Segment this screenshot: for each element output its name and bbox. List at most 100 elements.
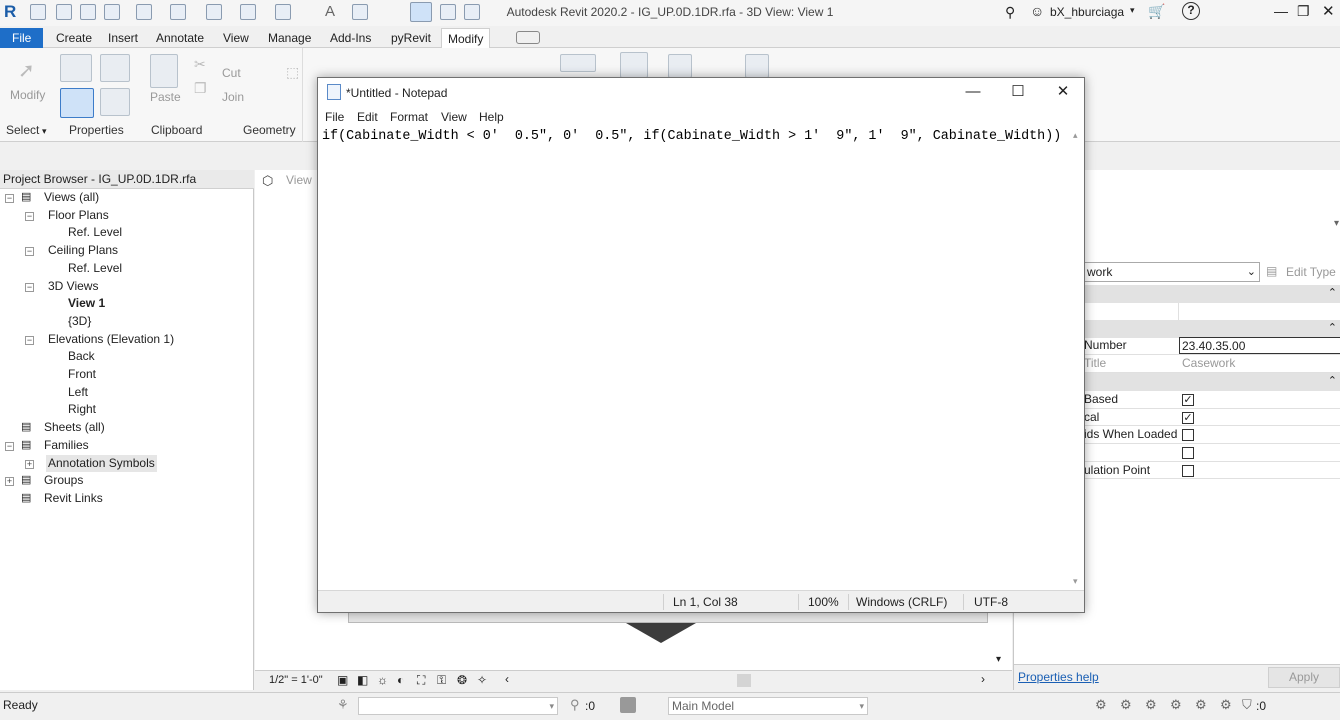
property-group[interactable]: ⌃: [1084, 285, 1340, 303]
family-types-icon[interactable]: [60, 88, 94, 118]
minimize-icon[interactable]: —: [1274, 3, 1288, 19]
chevron-down-icon[interactable]: ⌄: [1247, 263, 1256, 281]
expand-icon[interactable]: +: [25, 459, 34, 469]
type-properties-icon[interactable]: [100, 54, 130, 82]
select-chevron-icon[interactable]: ▾: [42, 126, 47, 137]
tree-item[interactable]: − 3D Views: [0, 278, 253, 296]
select-by-face-icon[interactable]: ⚙: [1170, 697, 1182, 713]
tree-item[interactable]: Right: [0, 401, 253, 419]
tree-item[interactable]: Ref. Level: [0, 260, 253, 278]
tree-item[interactable]: + Annotation Symbols: [0, 454, 253, 473]
view-scale[interactable]: 1/2" = 1'-0": [269, 674, 323, 686]
visual-style-icon[interactable]: ◧: [357, 673, 368, 687]
tree-item[interactable]: ▤ Revit Links: [0, 490, 253, 508]
tab-modify[interactable]: Modify: [441, 28, 491, 48]
load-into-project-icon[interactable]: [668, 54, 692, 78]
design-option-dropdown[interactable]: Main Model ▾: [668, 697, 868, 715]
collapse-icon[interactable]: −: [25, 247, 34, 257]
tree-item[interactable]: − Floor Plans: [0, 207, 253, 225]
tab-view[interactable]: View: [217, 28, 255, 48]
tab-pyrevit[interactable]: pyRevit: [385, 28, 437, 48]
edit-type-button[interactable]: Edit Type: [1286, 265, 1336, 279]
chevron-down-icon[interactable]: ▾: [549, 698, 554, 714]
crop-icon[interactable]: ⛶: [417, 673, 425, 688]
lock-view-icon[interactable]: ⚿: [437, 673, 446, 688]
join-button[interactable]: Join: [222, 90, 244, 104]
tree-item[interactable]: Left: [0, 384, 253, 402]
property-group[interactable]: ⌃: [1084, 320, 1340, 338]
select-dropdown[interactable]: Select: [6, 123, 39, 137]
collapse-icon[interactable]: ⌃: [1328, 321, 1337, 334]
paste-icon[interactable]: [150, 54, 178, 88]
collapse-icon[interactable]: ⌃: [1328, 286, 1337, 299]
type-selector[interactable]: work ⌄: [1084, 262, 1260, 282]
collapse-icon[interactable]: −: [25, 211, 34, 221]
number-field[interactable]: 23.40.35.00: [1179, 337, 1340, 354]
shadows-icon[interactable]: ◐: [397, 673, 404, 687]
cut-button[interactable]: Cut: [222, 66, 241, 80]
load-close-icon[interactable]: [745, 54, 769, 78]
scroll-up-icon[interactable]: ▴: [1073, 130, 1078, 141]
workset-dropdown[interactable]: ▾: [358, 697, 558, 715]
select-links-icon[interactable]: ⚙: [1095, 697, 1107, 713]
dimension-tool-icon[interactable]: [560, 54, 596, 72]
notepad-menu-file[interactable]: File: [325, 108, 344, 126]
tree-item[interactable]: {3D}: [0, 313, 253, 331]
workset-icon[interactable]: ⚘: [337, 697, 349, 713]
collapse-icon[interactable]: ⌃: [1328, 374, 1337, 387]
tree-item[interactable]: − ▤ Views (all): [0, 189, 253, 207]
tab-insert[interactable]: Insert: [102, 28, 144, 48]
modify-label[interactable]: Modify: [10, 88, 45, 102]
edit-type-icon[interactable]: ▤: [1266, 264, 1277, 278]
notepad-menu-help[interactable]: Help: [479, 108, 504, 126]
sun-path-icon[interactable]: ☼: [377, 673, 388, 687]
collapse-icon[interactable]: −: [25, 282, 34, 292]
binoculars-icon[interactable]: ⚲: [1005, 4, 1015, 21]
property-checkbox[interactable]: ✓: [1182, 411, 1194, 424]
notepad-menu-edit[interactable]: Edit: [357, 108, 378, 126]
scroll-right-icon[interactable]: ›: [981, 672, 985, 686]
collapse-icon[interactable]: −: [5, 194, 14, 203]
notepad-text-area[interactable]: if(Cabinate_Width < 0' 0.5", 0' 0.5", if…: [322, 128, 1070, 145]
tree-item[interactable]: − Elevations (Elevation 1): [0, 331, 253, 349]
property-checkbox[interactable]: [1182, 464, 1194, 477]
tree-item[interactable]: Front: [0, 366, 253, 384]
hscroll-thumb[interactable]: [737, 674, 751, 687]
notepad-maximize-icon[interactable]: ☐: [995, 78, 1041, 108]
tree-item[interactable]: Ref. Level: [0, 224, 253, 242]
tree-item[interactable]: ▤ Sheets (all): [0, 419, 253, 437]
notepad-menu-view[interactable]: View: [441, 108, 467, 126]
cart-icon[interactable]: 🛒: [1148, 3, 1165, 20]
tab-annotate[interactable]: Annotate: [150, 28, 210, 48]
tree-item[interactable]: View 1: [0, 295, 253, 313]
paste-label[interactable]: Paste: [150, 90, 181, 104]
tree-item[interactable]: − Ceiling Plans: [0, 242, 253, 260]
close-icon[interactable]: ✕: [1322, 2, 1335, 20]
view-vscroll[interactable]: ▾: [994, 610, 1008, 670]
notepad-minimize-icon[interactable]: —: [950, 78, 996, 108]
cabinet-base-geometry[interactable]: [626, 623, 696, 643]
tab-add-ins[interactable]: Add-Ins: [324, 28, 377, 48]
select-pinned-icon[interactable]: ⚙: [1145, 697, 1157, 713]
select-underlay-icon[interactable]: ⚙: [1120, 697, 1132, 713]
property-checkbox[interactable]: [1182, 429, 1194, 442]
scroll-down-icon[interactable]: ▾: [996, 654, 1001, 665]
wall-joins-icon[interactable]: ⬚: [286, 64, 299, 81]
collapse-icon[interactable]: −: [25, 335, 34, 345]
notepad-close-icon[interactable]: ✕: [1040, 78, 1086, 108]
chevron-down-icon[interactable]: ▾: [859, 698, 864, 714]
scissors-icon[interactable]: ✂: [194, 56, 206, 73]
tree-item[interactable]: Back: [0, 348, 253, 366]
category-icon[interactable]: [100, 88, 130, 116]
notepad-menu-format[interactable]: Format: [390, 108, 428, 126]
hide-isolate-icon[interactable]: ❂: [457, 673, 467, 687]
tree-item[interactable]: − ▤ Families: [0, 437, 253, 455]
panel-toggle-icon[interactable]: [516, 31, 540, 44]
property-checkbox[interactable]: ✓: [1182, 394, 1194, 406]
filter-icon[interactable]: ⛉: [1242, 697, 1252, 713]
notepad-vscroll[interactable]: ▴ ▾: [1070, 128, 1084, 590]
apply-button[interactable]: Apply: [1268, 667, 1340, 688]
restore-icon[interactable]: ❐: [1297, 3, 1310, 20]
drag-elements-icon[interactable]: ⚙: [1195, 697, 1207, 713]
design-options-icon[interactable]: [620, 697, 636, 713]
